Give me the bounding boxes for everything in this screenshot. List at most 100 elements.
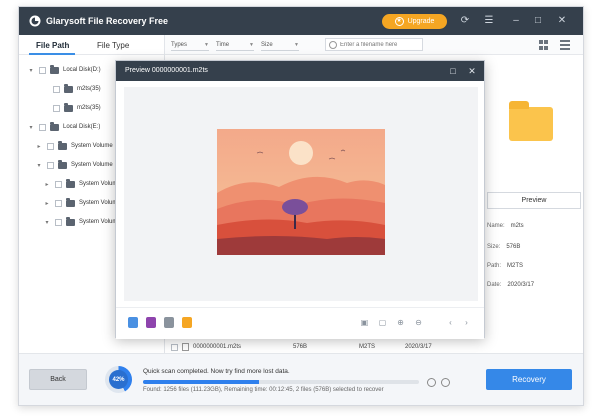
tab-file-path[interactable]: File Path <box>36 41 69 50</box>
tab-file-type[interactable]: File Type <box>97 41 129 50</box>
close-icon[interactable]: ✕ <box>466 65 478 77</box>
file-icon <box>182 343 189 351</box>
folder-icon <box>509 101 553 141</box>
tree-checkbox[interactable] <box>53 85 60 93</box>
video-format-icon[interactable] <box>146 317 156 328</box>
tree-item[interactable]: ▾ Local Disk(E:) <box>27 120 100 134</box>
maximize-icon[interactable]: □ <box>447 65 459 77</box>
dialog-title: Preview 0000000001.m2ts <box>125 67 208 74</box>
grid-view-icon[interactable] <box>539 40 549 50</box>
tree-item[interactable]: ▾ System Volume <box>43 215 121 229</box>
detail-label: Date: <box>487 282 502 288</box>
tree-item[interactable]: ▸ System Volume <box>35 139 113 153</box>
folder-icon <box>64 83 73 93</box>
view-tabs: File Path File Type <box>19 35 164 55</box>
scan-status-message: Quick scan completed. Now try find more … <box>143 368 290 375</box>
tree-item[interactable]: ▸ System Volume <box>43 177 121 191</box>
tree-label: m2ts(35) <box>77 105 101 111</box>
types-filter[interactable]: Types ▼ <box>171 39 209 51</box>
tree-item[interactable]: m2ts(35) <box>49 101 101 115</box>
expand-icon[interactable]: ▾ <box>27 124 35 131</box>
table-row[interactable]: 0000000001.m2ts 576B M2TS 2020/3/17 <box>165 340 465 354</box>
close-icon[interactable]: ✕ <box>555 14 569 28</box>
document-format-icon[interactable] <box>164 317 174 328</box>
tree-checkbox[interactable] <box>47 142 54 150</box>
preview-canvas <box>124 87 478 301</box>
search-input[interactable] <box>340 41 420 48</box>
tree-label: System Volume <box>71 143 113 149</box>
minimize-icon[interactable]: – <box>509 14 523 28</box>
scan-progress-fill <box>143 380 259 384</box>
search-box[interactable] <box>325 38 423 51</box>
stop-icon[interactable] <box>441 378 450 387</box>
list-view-icon[interactable] <box>560 40 570 50</box>
zoom-in-icon[interactable]: ⊕ <box>396 318 405 327</box>
tree-checkbox[interactable] <box>53 104 60 112</box>
app-window: Glarysoft File Recovery Free ★ Upgrade ⟳… <box>18 6 584 406</box>
fit-screen-icon[interactable]: ▣ <box>360 318 369 327</box>
expand-icon[interactable]: ▾ <box>27 67 35 74</box>
row-checkbox[interactable] <box>171 343 178 351</box>
pause-icon[interactable] <box>427 378 436 387</box>
tree-checkbox[interactable] <box>39 66 46 74</box>
upgrade-label: Upgrade <box>407 18 435 25</box>
fullscreen-icon[interactable]: ▢ <box>378 318 387 327</box>
image-format-icon[interactable] <box>128 317 138 328</box>
preview-toolbar: ▣ ▢ ⊕ ⊖ ‹ › <box>116 307 484 339</box>
expand-icon[interactable]: ▸ <box>43 181 51 188</box>
detail-label: Path: <box>487 263 502 269</box>
tree-checkbox[interactable] <box>55 199 62 207</box>
detail-value: 2020/3/17 <box>507 282 535 288</box>
expand-icon[interactable]: ▸ <box>43 200 51 207</box>
tree-checkbox[interactable] <box>39 123 46 131</box>
detail-path: Path: M2TS <box>487 263 523 269</box>
menu-icon[interactable]: ☰ <box>482 14 496 28</box>
archive-format-icon[interactable] <box>182 317 192 328</box>
details-panel: Preview Name: m2ts Size: 576B Path: M2TS Da… <box>479 55 583 353</box>
preview-dialog: Preview 0000000001.m2ts □ ✕ ▣ ▢ ⊕ ⊖ ‹ › <box>115 60 485 339</box>
chevron-down-icon: ▼ <box>294 41 299 48</box>
tree-label: m2ts(35) <box>77 86 101 92</box>
tree-item[interactable]: m2ts(35) <box>49 82 101 96</box>
tree-checkbox[interactable] <box>55 218 62 226</box>
detail-value: 576B <box>506 244 521 250</box>
expand-icon[interactable]: ▸ <box>35 143 43 150</box>
upgrade-icon: ★ <box>394 17 404 26</box>
preview-image <box>217 129 385 255</box>
size-filter[interactable]: Size ▼ <box>261 39 299 51</box>
upgrade-button[interactable]: ★ Upgrade <box>382 14 447 29</box>
file-date: 2020/3/17 <box>405 344 432 350</box>
active-tab-indicator <box>29 53 75 55</box>
time-filter-label: Time <box>216 41 230 48</box>
preview-button[interactable]: Preview <box>487 192 581 209</box>
chevron-down-icon: ▼ <box>204 41 209 48</box>
previous-icon[interactable]: ‹ <box>446 318 455 327</box>
tree-item[interactable]: ▾ Local Disk(D:) <box>27 63 101 77</box>
time-filter[interactable]: Time ▼ <box>216 39 254 51</box>
tree-checkbox[interactable] <box>47 161 54 169</box>
next-icon[interactable]: › <box>462 318 471 327</box>
share-icon[interactable]: ⟳ <box>458 14 472 28</box>
maximize-icon[interactable]: □ <box>531 14 545 28</box>
zoom-out-icon[interactable]: ⊖ <box>414 318 423 327</box>
detail-size: Size: 576B <box>487 244 520 250</box>
tree-item[interactable]: ▾ System Volume <box>35 158 113 172</box>
scan-info: Found: 1256 files (111.23GB), Remaining … <box>143 387 384 393</box>
recovery-button[interactable]: Recovery <box>486 369 572 390</box>
app-title: Glarysoft File Recovery Free <box>46 16 169 26</box>
types-filter-label: Types <box>171 41 188 48</box>
folder-icon <box>64 102 73 112</box>
tree-checkbox[interactable] <box>55 180 62 188</box>
expand-icon[interactable]: ▾ <box>35 162 43 169</box>
expand-icon[interactable]: ▾ <box>43 219 51 226</box>
tree-label: Local Disk(D:) <box>63 67 101 73</box>
dialog-title-bar: Preview 0000000001.m2ts □ ✕ <box>116 61 484 81</box>
search-icon <box>329 40 337 49</box>
detail-label: Name: <box>487 223 505 229</box>
file-size: 576B <box>293 344 308 350</box>
folder-icon <box>58 159 67 169</box>
detail-value: m2ts <box>510 223 524 229</box>
tree-item[interactable]: ▸ System Volume <box>43 196 121 210</box>
back-button[interactable]: Back <box>29 369 87 390</box>
title-bar: Glarysoft File Recovery Free ★ Upgrade ⟳… <box>19 7 583 35</box>
